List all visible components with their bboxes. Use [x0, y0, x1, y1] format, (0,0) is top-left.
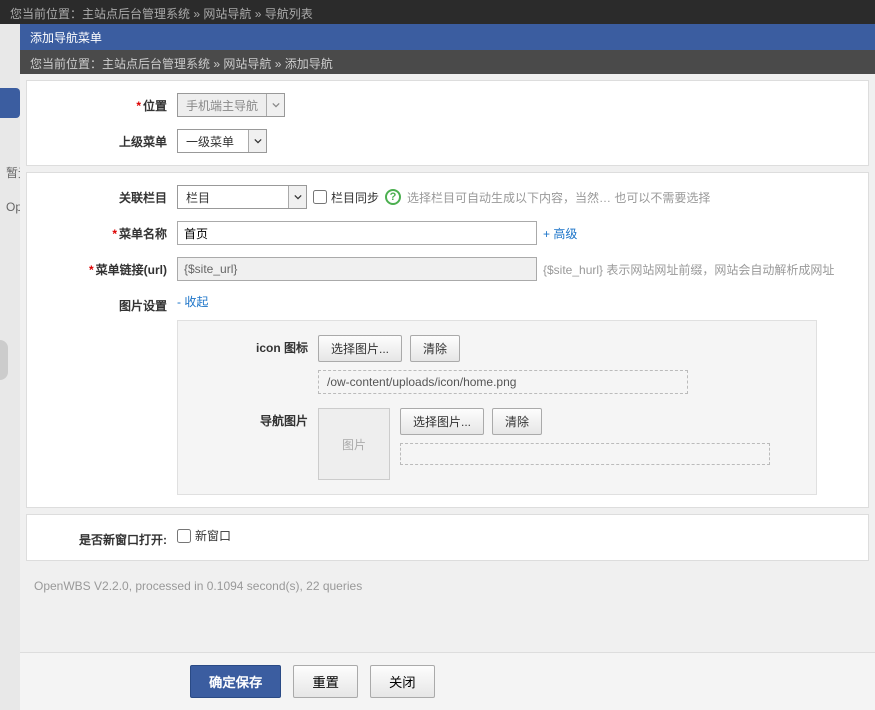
link-collapse-img[interactable]: - 收起	[177, 293, 208, 310]
breadcrumb-item[interactable]: 主站点后台管理系统	[82, 7, 190, 21]
hint-category: 选择栏目可自动生成以下内容，当然… 也可以不需要选择	[407, 189, 710, 206]
label-parent-menu: 上级菜单	[119, 135, 167, 149]
select-category[interactable]: 栏目	[177, 185, 307, 209]
modal-breadcrumb: 您当前位置：主站点后台管理系统 » 网站导航 » 添加导航	[20, 50, 875, 74]
label-icon: icon 图标	[188, 335, 318, 356]
label-menu-name: 菜单名称	[119, 227, 167, 241]
checkbox-new-window-input[interactable]	[177, 529, 191, 543]
label-category: 关联栏目	[119, 191, 167, 205]
footer-info: OpenWBS V2.2.0, processed in 0.1094 seco…	[26, 567, 869, 605]
btn-clear-icon[interactable]: 清除	[410, 335, 460, 362]
select-parent-menu[interactable]: 一级菜单	[177, 129, 267, 153]
btn-close[interactable]: 关闭	[370, 665, 435, 698]
panel-details: 关联栏目 栏目 栏目同步 ? 选择栏目可自动生成以下内容，当然… 也可以不需要选…	[26, 172, 869, 508]
panel-basic: *位置 手机端主导航 上级菜单 一级菜单	[26, 80, 869, 166]
btn-reset[interactable]: 重置	[293, 665, 358, 698]
checkbox-sync-input[interactable]	[313, 190, 327, 204]
label-img-settings: 图片设置	[119, 299, 167, 313]
modal-body: *位置 手机端主导航 上级菜单 一级菜单	[20, 74, 875, 652]
breadcrumb-item[interactable]: 网站导航	[223, 57, 271, 71]
input-menu-link[interactable]	[177, 257, 537, 281]
side-tab[interactable]	[0, 88, 20, 118]
label-menu-link: 菜单链接(url)	[96, 263, 167, 277]
input-menu-name[interactable]	[177, 221, 537, 245]
nav-img-path-display	[400, 443, 770, 465]
btn-clear-nav-img[interactable]: 清除	[492, 408, 542, 435]
btn-submit[interactable]: 确定保存	[190, 665, 281, 698]
link-advanced[interactable]: + 高级	[543, 225, 577, 242]
breadcrumb-item[interactable]: 主站点后台管理系统	[102, 57, 210, 71]
hint-menu-link: {$site_hurl} 表示网站网址前缀，网站会自动解析成网址	[543, 261, 834, 278]
chevron-down-icon	[288, 186, 306, 208]
nav-img-preview: 图片	[318, 408, 390, 480]
chevron-down-icon	[266, 94, 284, 116]
breadcrumb-item: 添加导航	[285, 57, 333, 71]
label-new-window: 是否新窗口打开:	[79, 533, 167, 547]
modal-add-nav: 添加导航菜单 您当前位置：主站点后台管理系统 » 网站导航 » 添加导航 *位置…	[20, 24, 875, 710]
checkbox-new-window[interactable]: 新窗口	[177, 527, 231, 544]
label-nav-img: 导航图片	[188, 408, 318, 429]
panel-window: 是否新窗口打开: 新窗口	[26, 514, 869, 561]
modal-title: 添加导航菜单	[20, 24, 875, 50]
collapse-handle[interactable]	[0, 340, 8, 380]
breadcrumb-item[interactable]: 网站导航	[203, 7, 251, 21]
page-breadcrumb: 您当前位置：主站点后台管理系统 » 网站导航 » 导航列表	[0, 0, 875, 24]
btn-choose-icon[interactable]: 选择图片...	[318, 335, 402, 362]
btn-choose-nav-img[interactable]: 选择图片...	[400, 408, 484, 435]
modal-footer: 确定保存 重置 关闭	[20, 652, 875, 710]
checkbox-sync[interactable]: 栏目同步	[313, 189, 379, 206]
breadcrumb-item: 导航列表	[265, 7, 313, 21]
icon-path-display: /ow-content/uploads/icon/home.png	[318, 370, 688, 394]
img-settings-box: icon 图标 选择图片... 清除 /ow-content/uploads/i…	[177, 320, 817, 495]
help-icon[interactable]: ?	[385, 189, 401, 205]
breadcrumb-prefix: 您当前位置：	[10, 7, 82, 21]
chevron-down-icon	[248, 130, 266, 152]
select-position[interactable]: 手机端主导航	[177, 93, 285, 117]
label-position: 位置	[143, 99, 167, 113]
